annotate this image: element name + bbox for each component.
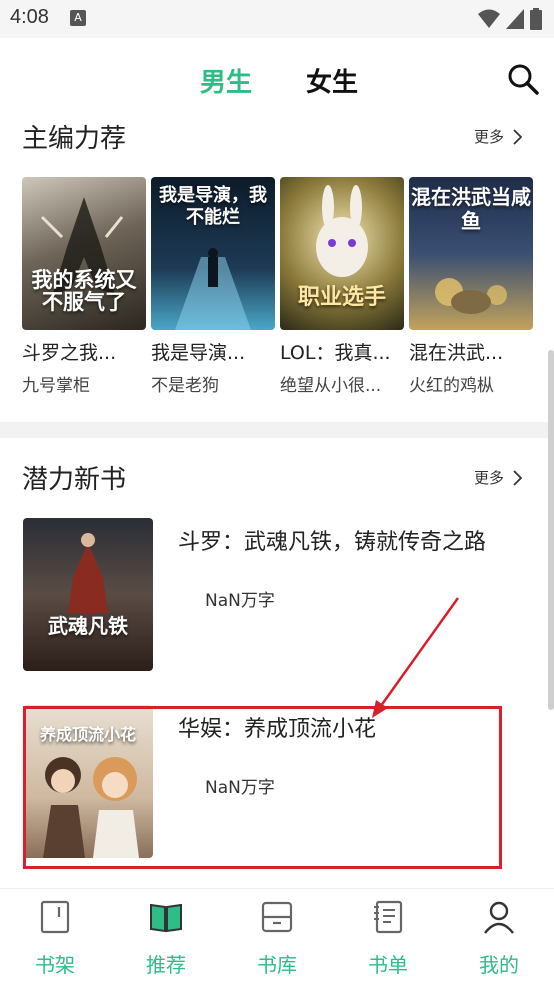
status-bar: 4:08 A: [0, 0, 554, 38]
book-author: 不是老狗: [151, 376, 219, 396]
editor-more-link[interactable]: 更多: [474, 126, 523, 147]
book-cover: 我是导演，我不能烂: [151, 177, 275, 330]
cover-title: 混在洪武当咸鱼: [411, 185, 531, 233]
nav-bookshelf[interactable]: 书架: [0, 889, 110, 984]
book-author: 九号掌柜: [22, 376, 90, 396]
nav-label: 书单: [368, 953, 408, 977]
cover-title: 我是导演，我不能烂: [159, 185, 267, 228]
recommend-book-icon: [150, 903, 182, 933]
word-count: NaN万字: [205, 591, 275, 611]
status-time: 4:08: [10, 6, 49, 28]
booklist-icon: [374, 900, 403, 934]
section-divider: [0, 422, 554, 438]
cover-title: 武魂凡铁: [48, 614, 128, 638]
book-title: 我是导演...: [151, 342, 246, 364]
profile-icon: [484, 901, 514, 934]
status-icons: [478, 8, 542, 30]
nav-label: 推荐: [146, 953, 186, 977]
book-cover: 武魂凡铁: [23, 518, 153, 671]
list-item[interactable]: 武魂凡铁 斗罗：武魂凡铁，铸就传奇之路 NaN万字: [0, 518, 554, 678]
more-label: 更多: [474, 128, 505, 146]
book-cover: 我的系统又不服气了: [22, 177, 146, 330]
book-title: 斗罗：武魂凡铁，铸就传奇之路: [178, 530, 487, 555]
book-card[interactable]: 我是导演，我不能烂 我是导演... 不是老狗: [151, 177, 275, 396]
cover-title: 职业选手: [297, 285, 386, 310]
bookshelf-icon: [40, 900, 70, 934]
nav-library[interactable]: 书库: [222, 889, 332, 984]
scrollbar[interactable]: [548, 350, 554, 710]
nav-label: 书架: [35, 953, 75, 977]
nav-booklist[interactable]: 书单: [333, 889, 443, 984]
library-icon: [261, 901, 293, 933]
nav-label: 书库: [257, 953, 297, 977]
book-title: LOL：我真...: [280, 342, 391, 364]
new-more-link[interactable]: 更多: [474, 467, 523, 488]
chevron-right-icon: [513, 469, 523, 486]
section-title-editor: 主编力荐: [22, 124, 127, 154]
nav-recommend[interactable]: 推荐: [111, 889, 221, 984]
tab-male[interactable]: 男生: [200, 62, 252, 99]
tab-female[interactable]: 女生: [306, 62, 358, 99]
nav-label: 我的: [479, 953, 519, 977]
battery-icon: [530, 8, 542, 30]
highlight-box: [23, 706, 502, 869]
notification-icon: A: [70, 10, 86, 26]
more-label: 更多: [474, 469, 505, 487]
book-title: 混在洪武...: [409, 342, 504, 364]
top-nav: 男生 女生: [0, 38, 554, 116]
book-title: 斗罗之我...: [22, 342, 117, 364]
book-card[interactable]: 职业选手 LOL：我真... 绝望从小很...: [280, 177, 404, 396]
nav-profile[interactable]: 我的: [444, 889, 554, 984]
signal-icon: [506, 9, 524, 29]
cover-title: 我的系统又不服气了: [31, 268, 137, 314]
book-author: 绝望从小很...: [280, 376, 382, 396]
section-title-new: 潜力新书: [22, 465, 127, 495]
book-card[interactable]: 混在洪武当咸鱼 混在洪武... 火红的鸡枞: [409, 177, 533, 396]
book-cover: 职业选手: [280, 177, 404, 330]
wifi-icon: [478, 9, 500, 28]
book-cover: 混在洪武当咸鱼: [409, 177, 533, 330]
book-card[interactable]: 我的系统又不服气了 斗罗之我... 九号掌柜: [22, 177, 146, 396]
bottom-nav: 书架 推荐 书库 书单 我的: [0, 888, 554, 984]
search-icon[interactable]: [506, 62, 540, 96]
book-author: 火红的鸡枞: [409, 376, 494, 396]
chevron-right-icon: [513, 128, 523, 145]
